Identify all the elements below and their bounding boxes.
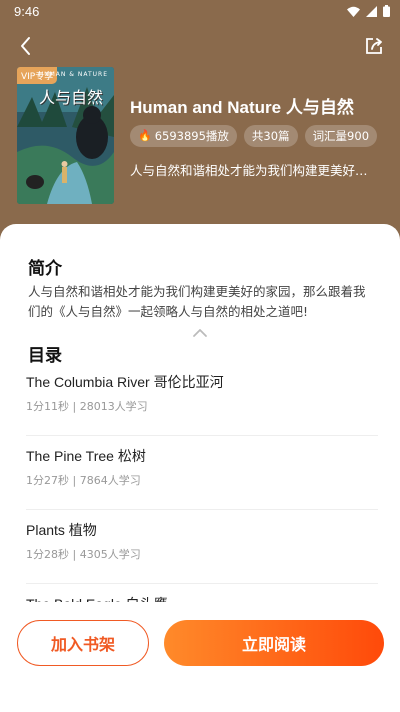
share-button[interactable] <box>362 34 386 58</box>
status-bar: 9:46 <box>0 0 400 24</box>
intro-heading: 简介 <box>28 259 62 279</box>
vocab-badge: 词汇量900 <box>304 125 378 147</box>
plays-badge: 🔥 6593895播放 <box>130 125 237 147</box>
chapters-badge: 共30篇 <box>243 125 298 147</box>
read-now-button[interactable]: 立即阅读 <box>164 620 384 666</box>
toc-item-meta: 1分27秒 | 7864人学习 <box>26 474 141 487</box>
wifi-icon <box>347 6 360 17</box>
toc-item-title: Plants 植物 <box>26 522 97 538</box>
toc-item-title: The Columbia River 哥伦比亚河 <box>26 374 224 390</box>
chevron-up-icon <box>193 329 207 337</box>
top-nav <box>0 28 400 64</box>
cover-title-cn: 人与自然 <box>39 88 104 107</box>
book-cover: VIP专享 HUMAN & NATURE 人与自然 <box>17 67 114 204</box>
toc-item-meta: 1分28秒 | 4305人学习 <box>26 548 141 561</box>
book-summary: 人与自然和谐相处才能为我们构建更美好的家园 <box>130 163 375 178</box>
flame-icon: 🔥 <box>138 129 152 142</box>
bottom-action-bar: 加入书架 立即阅读 <box>0 602 400 712</box>
toc-item[interactable]: The Pine Tree 松树 1分27秒 | 7864人学习 <box>26 436 378 510</box>
battery-icon <box>383 5 390 17</box>
toc-item[interactable]: The Columbia River 哥伦比亚河 1分11秒 | 28013人学… <box>26 362 378 436</box>
book-title: Human and Nature 人与自然 <box>130 98 354 117</box>
cover-title-en: HUMAN & NATURE <box>38 71 108 78</box>
back-button[interactable] <box>14 34 38 58</box>
toc-item-meta: 1分11秒 | 28013人学习 <box>26 400 148 413</box>
signal-icon <box>366 5 377 17</box>
toc-item[interactable]: Plants 植物 1分28秒 | 4305人学习 <box>26 510 378 584</box>
share-icon <box>366 38 382 54</box>
collapse-button[interactable] <box>192 323 208 337</box>
add-to-shelf-button[interactable]: 加入书架 <box>17 620 149 666</box>
book-tags: 🔥 6593895播放 共30篇 词汇量900 <box>130 125 378 147</box>
status-icons <box>347 5 390 17</box>
toc-item-title: The Pine Tree 松树 <box>26 448 146 464</box>
intro-text: 人与自然和谐相处才能为我们构建更美好的家园，那么跟着我们的《人与自然》一起领略人… <box>28 284 366 319</box>
plays-count: 6593895播放 <box>154 129 229 143</box>
chevron-left-icon <box>21 37 30 55</box>
status-time: 9:46 <box>14 4 40 19</box>
